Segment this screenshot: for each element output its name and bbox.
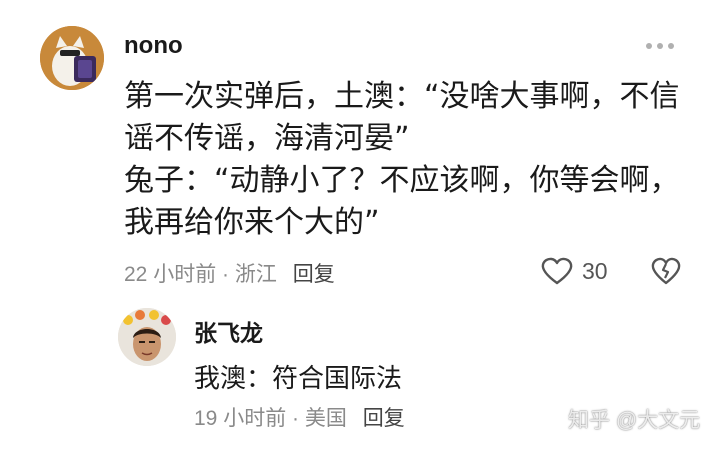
cat-avatar-icon <box>40 26 104 90</box>
reply-time: 19 小时前 <box>194 407 287 430</box>
reply-username[interactable]: 张飞龙 <box>194 314 263 348</box>
reply-button[interactable]: 回复 <box>293 263 335 286</box>
person-avatar-icon <box>118 308 176 366</box>
comment-time: 22 小时前 <box>124 263 217 286</box>
like-count: 30 <box>582 257 608 284</box>
comment-meta: 22 小时前 · 浙江 回复 <box>124 263 335 286</box>
reply-avatar[interactable] <box>118 308 176 366</box>
dislike-button[interactable] <box>650 256 682 290</box>
more-options-icon[interactable] <box>640 38 680 54</box>
watermark: 知乎 @大文元 <box>568 409 701 432</box>
reply-reply-button[interactable]: 回复 <box>363 407 405 430</box>
like-button[interactable]: 30 <box>540 256 608 286</box>
comment-location: 浙江 <box>234 263 277 286</box>
broken-heart-icon <box>651 257 681 285</box>
reply-location: 美国 <box>304 407 347 430</box>
reply-text: 我澳：符合国际法 <box>194 364 403 394</box>
avatar[interactable] <box>40 26 104 90</box>
reply-meta: 19 小时前 · 美国 回复 <box>194 407 405 430</box>
comment-text: 第一次实弹后，土澳：“没啥大事啊，不信 谣不传谣，海清河晏” 兔子：“动静小了？… <box>124 79 680 240</box>
heart-icon <box>541 257 573 285</box>
comment-username[interactable]: nono <box>124 32 183 60</box>
